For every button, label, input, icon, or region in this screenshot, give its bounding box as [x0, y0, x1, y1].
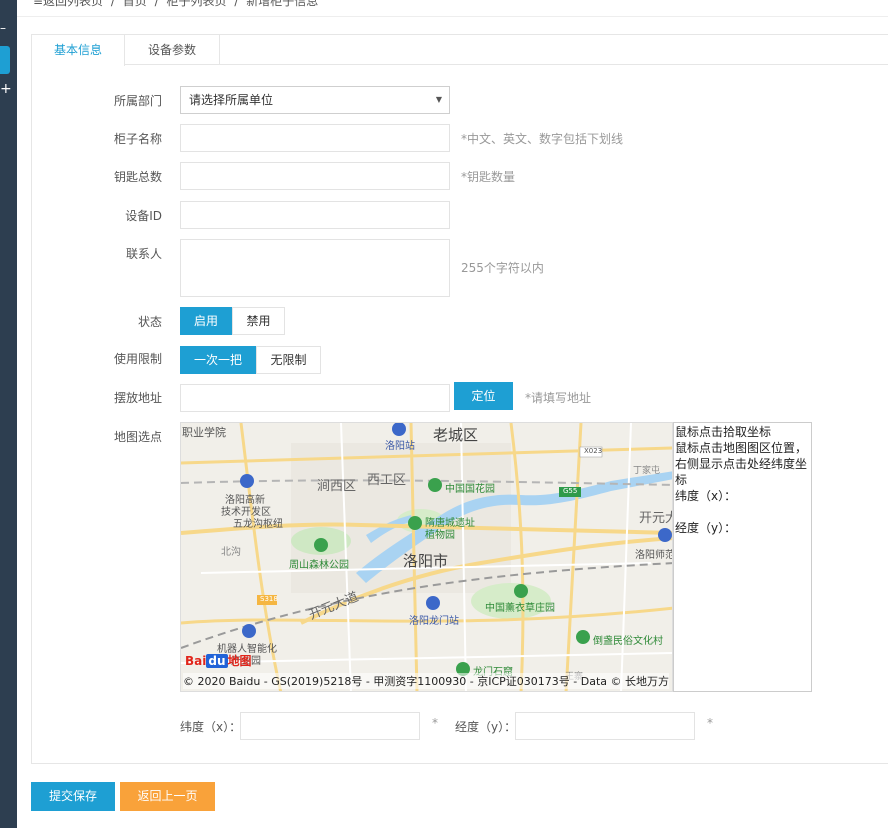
breadcrumb-current: 新增柜子信息	[246, 0, 319, 8]
contact-label: 联系人	[125, 247, 162, 261]
key-total-label: 钥匙总数	[113, 170, 162, 184]
longitude-required-mark: *	[432, 716, 438, 730]
latitude-required-mark: *	[707, 716, 713, 730]
map-label-vocational-school: 职业学院	[182, 426, 226, 439]
map-label-longmen-station: 洛阳龙门站	[409, 616, 459, 627]
usage-unlimited-button[interactable]: 无限制	[256, 346, 321, 374]
map-label-old-town: 老城区	[433, 426, 479, 444]
cabinet-name-input[interactable]	[180, 124, 450, 152]
baidu-map-logo: Bai du 地图	[185, 652, 252, 669]
address-hint: *请填写地址	[525, 391, 592, 405]
contact-hint: 255个字符以内	[461, 261, 544, 275]
map-info-line2: 鼠标点击地图图区位置，右侧显示点击处经纬度坐标	[675, 441, 808, 487]
device-id-label: 设备ID	[125, 209, 162, 223]
map-label-luoyang-city: 洛阳市	[403, 552, 449, 570]
back-button[interactable]: 返回上一页	[120, 782, 215, 811]
map-road-g55: G55	[563, 487, 578, 495]
status-enable-button[interactable]: 启用	[180, 307, 232, 335]
map-label-dingjiatun: 丁家屯	[633, 466, 661, 476]
department-label: 所属部门	[113, 94, 162, 108]
map-label-kaiyuan-short: 开元大	[639, 511, 672, 526]
longitude-x-label: 纬度（x）：	[180, 720, 242, 734]
key-total-hint: *钥匙数量	[461, 170, 516, 184]
map-info-panel: 鼠标点击拾取坐标 鼠标点击地图图区位置，右侧显示点击处经纬度坐标 纬度（x）： …	[673, 422, 812, 692]
department-select-value: 请选择所属单位	[189, 93, 274, 107]
map-info-lat-label: 经度（y）：	[675, 521, 737, 535]
plus-icon[interactable]: +	[0, 82, 12, 96]
breadcrumb-separator: /	[110, 0, 115, 8]
header-divider	[17, 16, 888, 17]
map-label-wulonggou: 五龙沟枢纽	[233, 519, 283, 530]
map-label-lavender-manor: 中国薰衣草庄园	[485, 603, 555, 614]
status-disable-button[interactable]: 禁用	[232, 307, 285, 335]
address-label: 摆放地址	[113, 391, 162, 405]
latitude-y-label: 经度（y）：	[455, 720, 517, 734]
breadcrumb-separator: /	[234, 0, 239, 8]
cabinet-name-label: 柜子名称	[113, 132, 162, 146]
map-info-lng-label: 纬度（x）：	[675, 489, 737, 503]
map-label-jianxi-district: 涧西区	[317, 479, 357, 494]
usage-once-button[interactable]: 一次一把	[180, 346, 256, 374]
map-label-luoyang-normal: 洛阳师范	[635, 550, 673, 561]
map-label-luoyang-station: 洛阳站	[385, 441, 415, 452]
map-pick-label: 地图选点	[113, 430, 162, 444]
collapse-icon[interactable]: –	[0, 22, 10, 34]
key-total-input[interactable]	[180, 162, 450, 190]
latitude-y-input[interactable]	[515, 712, 695, 740]
breadcrumb-separator: /	[154, 0, 159, 8]
address-input[interactable]	[180, 384, 450, 412]
tab-bar: 基本信息 设备参数	[32, 35, 888, 66]
status-label: 状态	[137, 315, 162, 329]
department-select[interactable]: 请选择所属单位 ▼	[180, 86, 450, 114]
map-copyright: © 2020 Baidu - GS(2019)5218号 - 甲测资字11009…	[183, 673, 670, 689]
breadcrumb-back-link[interactable]: ≡返回列表页	[33, 0, 103, 8]
baidu-logo-map: 地图	[227, 654, 252, 668]
map-label-zhoushan-park: 周山森林公园	[289, 560, 349, 571]
map-info-spacer	[675, 504, 810, 520]
map-label-folk-village: 倒盏民俗文化村	[593, 636, 663, 647]
locate-button[interactable]: 定位	[454, 382, 513, 410]
longitude-x-input[interactable]	[240, 712, 420, 740]
map-label-peony-garden: 中国国花园	[445, 484, 495, 495]
sidebar-active-item[interactable]	[0, 46, 10, 74]
map-canvas[interactable]: 职业学院 洛阳站 老城区 涧西区 西工区 中国国花园 洛阳高新 技术开发区 五龙…	[180, 422, 673, 692]
contact-textarea[interactable]	[180, 239, 450, 297]
map-label-beigou: 北沟	[221, 547, 241, 558]
tab-basic-info[interactable]: 基本信息	[32, 35, 125, 66]
submit-save-button[interactable]: 提交保存	[31, 782, 115, 811]
usage-limit-label: 使用限制	[113, 352, 162, 366]
baidu-logo-du: du	[206, 654, 228, 668]
tab-device-params[interactable]: 设备参数	[125, 35, 220, 65]
map-label-xigong-district: 西工区	[367, 473, 407, 488]
breadcrumb-home[interactable]: 首页	[123, 0, 147, 8]
left-sidebar: – +	[0, 0, 17, 828]
map-road-s318: S318	[260, 595, 278, 603]
baidu-logo-bai: Bai	[185, 654, 207, 668]
map-road-x023: X023	[584, 447, 603, 455]
breadcrumb: ≡返回列表页 / 首页 / 柜子列表页 / 新增柜子信息	[33, 0, 322, 8]
breadcrumb-cabinet-list[interactable]: 柜子列表页	[166, 0, 226, 8]
device-id-input[interactable]	[180, 201, 450, 229]
cabinet-name-hint: *中文、英文、数字包括下划线	[461, 132, 624, 146]
map-info-line1: 鼠标点击拾取坐标	[675, 425, 772, 439]
map-label-sui-tang-line2: 植物园	[425, 530, 455, 541]
chevron-down-icon: ▼	[435, 95, 442, 104]
